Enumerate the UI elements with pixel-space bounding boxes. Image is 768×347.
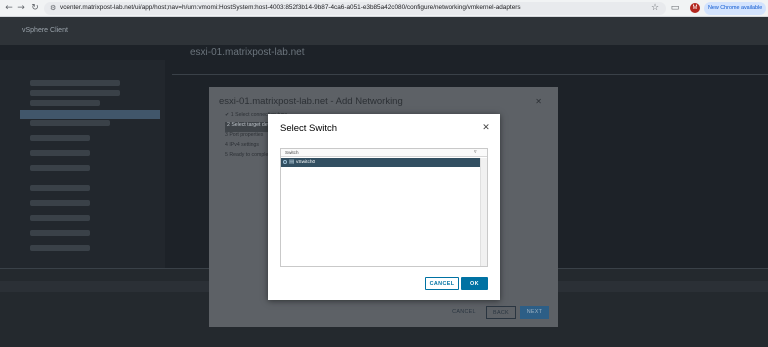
wizard-next-button[interactable]: NEXT — [520, 306, 549, 319]
browser-toolbar: ← → ↻ ⚙ vcenter.matrixpost-lab.net/ui/ap… — [0, 0, 768, 17]
grid-header: Switch ▿ — [281, 149, 487, 157]
dialog-title: Select Switch — [280, 123, 338, 134]
forward-arrow-icon[interactable]: → — [16, 3, 26, 13]
table-row[interactable]: ▤ vSwitch0 — [281, 158, 480, 167]
chrome-update-button[interactable]: New Chrome available — [704, 2, 766, 15]
grid-scrollbar[interactable] — [480, 158, 487, 266]
inventory-sidebar — [0, 60, 165, 270]
profile-avatar[interactable]: M — [690, 3, 700, 13]
row-radio[interactable] — [283, 160, 287, 164]
select-switch-dialog: Select Switch ✕ Switch ▿ ▤ vSwitch0 CANC… — [268, 114, 500, 300]
reload-icon[interactable]: ↻ — [30, 3, 40, 13]
wizard-back-button[interactable]: BACK — [486, 306, 516, 319]
address-bar[interactable]: ⚙ vcenter.matrixpost-lab.net/ui/app/host… — [44, 2, 666, 15]
switch-grid: Switch ▿ ▤ vSwitch0 — [280, 148, 488, 267]
site-info-icon[interactable]: ⚙ — [50, 4, 56, 12]
switch-name: vSwitch0 — [296, 160, 316, 165]
bookmark-star-icon[interactable]: ☆ — [650, 3, 660, 13]
url-text: vcenter.matrixpost-lab.net/ui/app/host;n… — [60, 4, 521, 11]
extensions-icon[interactable]: ▭ — [670, 3, 680, 13]
wizard-cancel-button[interactable]: CANCEL — [447, 306, 481, 319]
column-header-switch[interactable]: Switch — [285, 150, 299, 155]
close-icon[interactable]: ✕ — [481, 123, 491, 133]
filter-icon[interactable]: ▿ — [474, 149, 477, 155]
ok-button[interactable]: OK — [461, 277, 488, 290]
wizard-title: esxi-01.matrixpost-lab.net - Add Network… — [219, 96, 403, 107]
wizard-close-icon[interactable]: ✕ — [535, 97, 542, 106]
selected-host-row — [20, 110, 160, 119]
app-title: vSphere Client — [22, 27, 68, 34]
vsphere-header: vSphere Client — [0, 17, 768, 45]
cancel-button[interactable]: CANCEL — [425, 277, 459, 290]
back-arrow-icon[interactable]: ← — [4, 3, 14, 13]
host-tabs — [172, 65, 768, 75]
host-title: esxi-01.matrixpost-lab.net — [190, 47, 305, 58]
switch-icon: ▤ — [289, 159, 295, 165]
